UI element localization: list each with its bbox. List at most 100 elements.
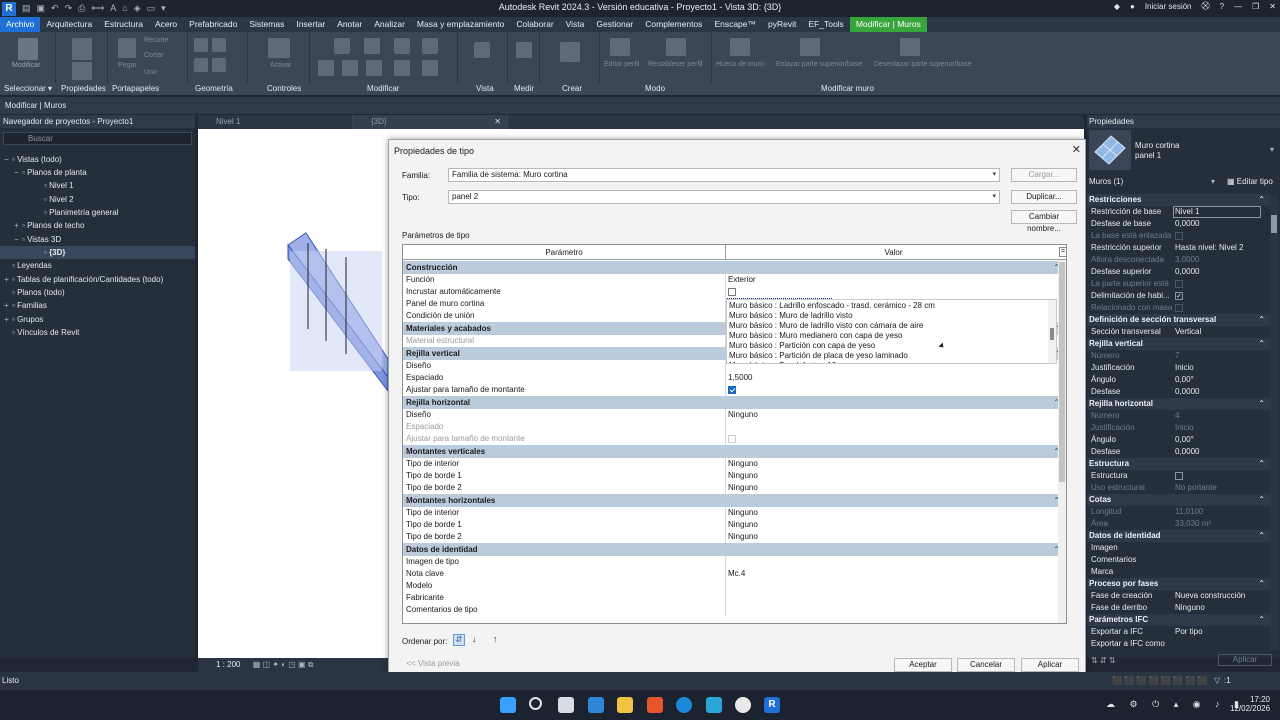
revit-taskbar-icon[interactable]: R [764, 697, 780, 713]
sign-in-link[interactable]: Iniciar sesión [1145, 2, 1192, 11]
prop-row-comentarios[interactable]: Comentarios [1087, 554, 1270, 566]
prop-row-desfase[interactable]: Desfase 0,0000 [1087, 446, 1270, 458]
param-row-funcion[interactable]: Función Exterior [403, 274, 1066, 286]
prop-value[interactable]: Vertical [1175, 326, 1201, 338]
preview-button[interactable]: << Vista previa [402, 658, 464, 672]
properties-scrollbar-thumb[interactable] [1271, 215, 1277, 233]
param-row-nota-clave[interactable]: Nota clave Mc.4 [403, 568, 1066, 580]
dropdown-option-3[interactable]: Muro básico : Muro de ladrillo visto con… [729, 321, 923, 331]
param-value[interactable]: Ninguno [728, 470, 758, 482]
prop-row-seccion-transversal[interactable]: Sección transversal Vertical [1087, 326, 1270, 338]
task-view-icon[interactable] [558, 697, 574, 713]
param-row-tipo-de-interior[interactable]: Tipo de interior Ninguno [403, 458, 1066, 470]
app-icon[interactable] [588, 697, 604, 713]
type-name[interactable]: panel 1 [1135, 151, 1161, 160]
prop-value[interactable]: 0,00° [1175, 434, 1194, 446]
prop-value[interactable]: Hasta nivel: Nivel 2 [1175, 242, 1243, 254]
cart-icon[interactable]: ⛒ [1202, 1, 1210, 11]
type-properties-icon[interactable] [72, 38, 92, 60]
geometry-icon-2[interactable] [212, 38, 226, 52]
activate-controls-icon[interactable] [268, 38, 290, 58]
prop-row-marca[interactable]: Marca [1087, 566, 1270, 578]
dropdown-scrollbar-thumb[interactable] [1050, 328, 1054, 340]
param-row-diseno[interactable]: Diseño Ninguno [403, 409, 1066, 421]
select-panel-label[interactable]: Seleccionar ▾ [4, 84, 52, 93]
prop-row-desfase-superior[interactable]: Desfase superior 0,0000 [1087, 266, 1270, 278]
tree-item-planimetria-general[interactable]: ▫ Planimetría general [0, 206, 195, 219]
prop-row-imagen[interactable]: Imagen [1087, 542, 1270, 554]
tab-sistemas[interactable]: Sistemas [243, 17, 290, 32]
collapse-all-icon[interactable]: = [1059, 247, 1066, 257]
prop-value[interactable]: Inicio [1175, 362, 1194, 374]
dropdown-option-2[interactable]: Muro básico : Muro de ladrillo visto [729, 311, 853, 321]
param-row-fabricante[interactable]: Fabricante [403, 592, 1066, 604]
cancel-button[interactable]: Cancelar [957, 658, 1015, 672]
param-value[interactable]: Ninguno [728, 409, 758, 421]
expand-toggle-icon[interactable]: + [14, 219, 22, 232]
param-row-comentarios-de-tipo[interactable]: Comentarios de tipo [403, 604, 1066, 616]
measure-tool-icon[interactable] [516, 42, 532, 58]
tab-masa-y-emplazamiento[interactable]: Masa y emplazamiento [411, 17, 510, 32]
family-select[interactable]: Familia de sistema: Muro cortina ▾ [448, 168, 1000, 182]
dropdown-scrollbar[interactable] [1048, 300, 1056, 363]
tab-estructura[interactable]: Estructura [98, 17, 149, 32]
tab-anotar[interactable]: Anotar [331, 17, 368, 32]
load-button[interactable]: Cargar... [1011, 168, 1077, 182]
scrollbar-thumb[interactable] [1059, 262, 1065, 482]
tab-modificar-muros[interactable]: Modificar | Muros [849, 17, 927, 32]
print-icon[interactable]: ⎙ [78, 3, 85, 14]
param-row-tipo-de-borde-1[interactable]: Tipo de borde 1 Ninguno [403, 470, 1066, 482]
param-value[interactable]: Ninguno [728, 458, 758, 470]
prop-value[interactable]: Ninguno [1175, 602, 1205, 614]
trim-extend-icon[interactable] [394, 60, 410, 76]
maximize-button[interactable]: ❐ [1252, 2, 1259, 11]
param-row-imagen-de-tipo[interactable]: Imagen de tipo [403, 556, 1066, 568]
tree-item-vinculos-de-revit[interactable]: ▫ Vínculos de Revit [0, 326, 195, 339]
edit-profile-icon[interactable] [610, 38, 630, 56]
prop-value[interactable]: 0,0000 [1175, 446, 1199, 458]
param-row-tipo-de-borde-2[interactable]: Tipo de borde 2 Ninguno [403, 482, 1066, 494]
copy-icon[interactable] [342, 60, 358, 76]
tab-arquitectura[interactable]: Arquitectura [40, 17, 98, 32]
tab-vista[interactable]: Vista [560, 17, 591, 32]
split-icon[interactable] [422, 38, 438, 54]
cut-label[interactable]: Cortar [144, 52, 163, 59]
group-header-montantes-verticales[interactable]: Montantes verticales ⌃ [403, 445, 1066, 458]
selection-filter-icons[interactable]: ⬛ ⬛ ⬛ ⬛ ⬛ ⬛ ⬛ ⬛ [1112, 672, 1207, 690]
3d-view-icon[interactable]: ⌂ [122, 3, 127, 14]
accept-button[interactable]: Aceptar [894, 658, 952, 672]
array-icon[interactable] [422, 60, 438, 76]
prop-row-desfase[interactable]: Desfase 0,0000 [1087, 386, 1270, 398]
dropdown-option-1[interactable]: Muro básico : Ladrillo enfoscado - trasd… [729, 301, 935, 311]
tree-item-tablas-de-planificacion-cantidades-todo[interactable]: + ▫ Tablas de planificación/Cantidades (t… [0, 273, 195, 286]
tab-pyrevit[interactable]: pyRevit [762, 17, 802, 32]
param-value[interactable]: 1,5000 [728, 372, 752, 384]
prop-checkbox[interactable] [1175, 472, 1183, 480]
prop-row-exportar-a-ifc-como[interactable]: Exportar a IFC como [1087, 638, 1270, 649]
attach-top-base-icon[interactable] [800, 38, 820, 56]
param-value[interactable]: Ninguno [728, 482, 758, 494]
offset-icon[interactable] [364, 38, 380, 54]
param-row-tipo-de-interior[interactable]: Tipo de interior Ninguno [403, 507, 1066, 519]
edit-type-button[interactable]: ▦ Editar tipo [1227, 177, 1273, 186]
collapse-group-icon[interactable]: ⌃ [1258, 614, 1265, 626]
hide-view-icon[interactable] [474, 42, 490, 58]
user-icon[interactable]: ● [1130, 2, 1135, 11]
dropdown-option-7[interactable]: Muro básico : Por defecto - 10 cm [729, 361, 849, 363]
prop-row-desfase-de-base[interactable]: Desfase de base 0,0000 [1087, 218, 1270, 230]
text-icon[interactable]: A [110, 3, 116, 14]
tab-acero[interactable]: Acero [149, 17, 183, 32]
tab-analizar[interactable]: Analizar [368, 17, 411, 32]
value-column-header[interactable]: Valor [726, 248, 1061, 257]
instance-filter[interactable]: Muros (1) [1089, 177, 1123, 186]
clock[interactable]: 17:20 12/02/2026 [1230, 695, 1270, 713]
collapse-group-icon[interactable]: ⌃ [1258, 458, 1265, 470]
file-explorer-icon[interactable] [617, 697, 633, 713]
group-header-montantes-horizontales[interactable]: Montantes horizontales ⌃ [403, 494, 1066, 507]
tree-item-grupos[interactable]: + ▫ Grupos [0, 313, 195, 326]
param-value[interactable]: Ninguno [728, 531, 758, 543]
qat-dropdown-icon[interactable]: ▾ [161, 3, 166, 14]
param-row-ajustar-para-tamano-de-montante[interactable]: Ajustar para tamaño de montante [403, 433, 1066, 445]
redo-icon[interactable]: ↷ [65, 3, 73, 14]
outlook-icon[interactable] [706, 697, 722, 713]
